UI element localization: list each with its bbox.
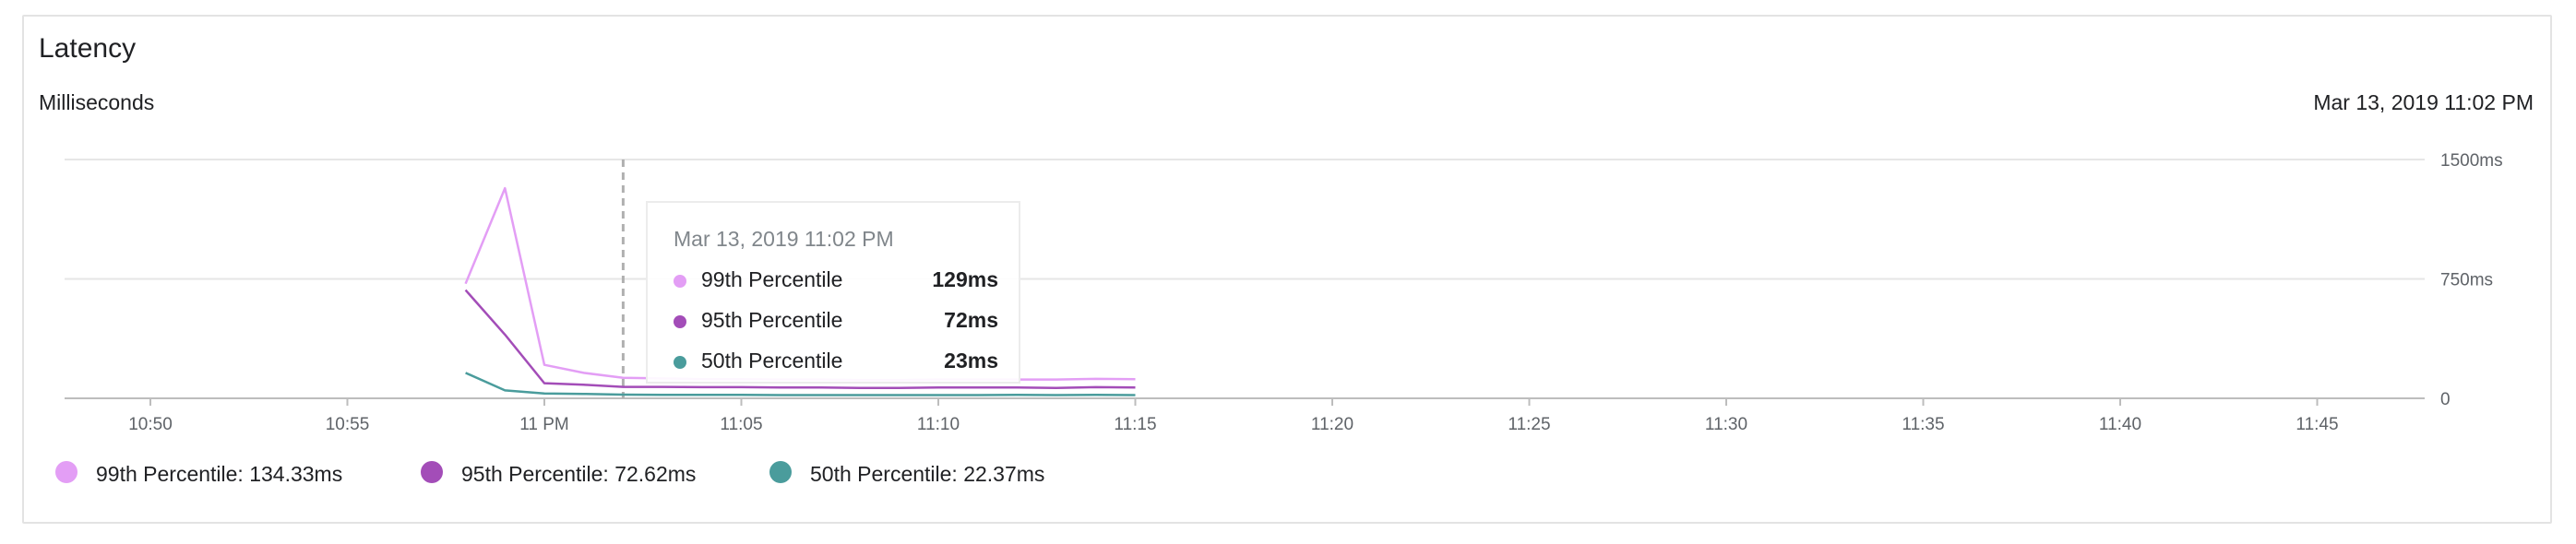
- tooltip-value: 129ms: [932, 267, 998, 291]
- x-tick-label: 11:20: [1311, 415, 1354, 434]
- x-tick-label: 11:05: [720, 415, 762, 434]
- y-tick-label: 0: [2440, 390, 2451, 409]
- tooltip-date: Mar 13, 2019 11:02 PM: [674, 227, 894, 251]
- p99-dot-icon: [674, 275, 686, 288]
- x-tick-label: 10:55: [326, 415, 370, 434]
- p50-dot-icon: [674, 356, 686, 369]
- tooltip-row-p99: 99th Percentile 129ms: [674, 267, 998, 295]
- tooltip-label: 50th Percentile: [701, 349, 843, 373]
- p95-legend-dot-icon: [421, 461, 443, 483]
- x-tick-label: 11:40: [2099, 415, 2141, 434]
- tooltip-row-p95: 95th Percentile 72ms: [674, 308, 998, 336]
- tooltip-value: 72ms: [944, 308, 998, 332]
- x-tick-label: 11 PM: [519, 415, 569, 434]
- latency-chart[interactable]: 0 750ms 1500ms 10:50 10:55 11 PM 11:05 11:10 11:…: [0, 0, 2576, 544]
- y-tick-label: 1500ms: [2440, 151, 2503, 171]
- tooltip-label: 95th Percentile: [701, 308, 843, 332]
- x-tick-label: 10:50: [128, 415, 173, 434]
- x-tick-label: 11:15: [1114, 415, 1156, 434]
- x-tick-label: 11:25: [1508, 415, 1550, 434]
- p95-dot-icon: [674, 315, 686, 328]
- tooltip-value: 23ms: [944, 349, 998, 373]
- x-tick-label: 11:45: [2296, 415, 2338, 434]
- y-tick-label: 750ms: [2440, 271, 2493, 290]
- x-tick-label: 11:10: [917, 415, 960, 434]
- legend-label: 95th Percentile: 72.62ms: [461, 462, 697, 486]
- legend-label: 50th Percentile: 22.37ms: [810, 462, 1045, 486]
- x-tick-label: 11:35: [1902, 415, 1944, 434]
- x-tick-label: 11:30: [1705, 415, 1747, 434]
- p99-legend-dot-icon: [55, 461, 78, 483]
- p50-legend-dot-icon: [769, 461, 792, 483]
- legend-label: 99th Percentile: 134.33ms: [96, 462, 343, 486]
- tooltip-row-p50: 50th Percentile 23ms: [674, 349, 998, 376]
- tooltip-label: 99th Percentile: [701, 267, 843, 291]
- chart-tooltip: Mar 13, 2019 11:02 PM 99th Percentile 12…: [646, 201, 1020, 384]
